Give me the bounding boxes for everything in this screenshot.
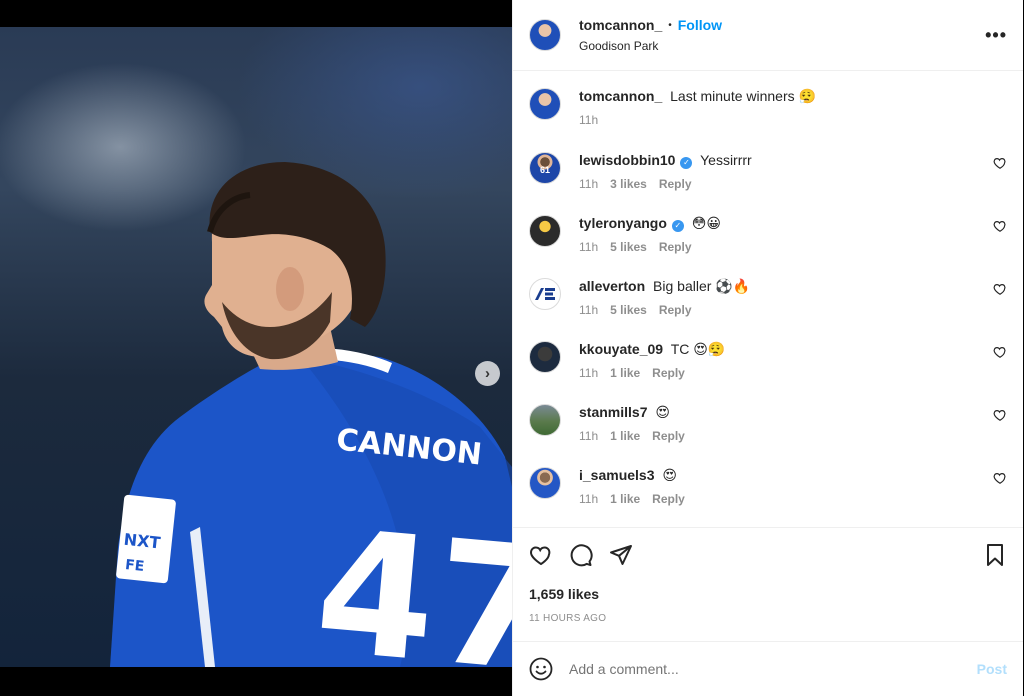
comment-username[interactable]: stanmills7 <box>579 404 647 420</box>
sleeve-badge-line2: FE <box>124 557 145 575</box>
share-send-icon[interactable] <box>609 543 633 567</box>
post-header: tomcannon_ • Follow Goodison Park ••• <box>513 0 1023 71</box>
comment-time[interactable]: 11h <box>579 492 598 506</box>
comment-text: Big baller ⚽🔥 <box>653 278 751 294</box>
post-side-panel: tomcannon_ • Follow Goodison Park ••• to… <box>512 0 1023 696</box>
comment-time[interactable]: 11h <box>579 303 598 317</box>
verified-badge-icon: ✓ <box>671 220 684 232</box>
post-photo[interactable]: CANNON 47 NXT FE › <box>0 27 512 667</box>
reply-button[interactable]: Reply <box>652 492 685 506</box>
verified-badge-icon: ✓ <box>680 157 693 169</box>
caption-avatar[interactable] <box>529 88 561 120</box>
comment-text: TC 😍😮‍💨 <box>670 341 726 357</box>
instagram-post-view: CANNON 47 NXT FE › tomcannon_ • Follow G… <box>0 0 1024 696</box>
jersey-number: 47 <box>309 493 512 667</box>
more-options-icon[interactable]: ••• <box>985 25 1007 46</box>
post-comment-button[interactable]: Post <box>977 661 1007 677</box>
comment-username[interactable]: tyleronyango <box>579 215 667 231</box>
reply-button[interactable]: Reply <box>652 429 685 443</box>
comment-likes[interactable]: 3 likes <box>610 177 647 191</box>
post-timestamp[interactable]: 11 HOURS AGO <box>529 613 1007 624</box>
player-illustration: CANNON 47 NXT FE <box>110 162 512 667</box>
follow-button[interactable]: Follow <box>678 17 722 33</box>
post-actions: 1,659 likes 11 HOURS AGO <box>513 527 1023 641</box>
likes-count[interactable]: 1,659 likes <box>529 586 1007 602</box>
post-caption: tomcannon_ Last minute winners 😮‍💨 11h <box>529 87 1007 127</box>
comments-list[interactable]: tomcannon_ Last minute winners 😮‍💨 11h 6… <box>513 71 1023 527</box>
comment-text: 😳😀 <box>691 215 721 231</box>
chevron-right-icon: › <box>485 365 490 382</box>
comment-likes[interactable]: 5 likes <box>610 303 647 317</box>
comment-likes[interactable]: 1 like <box>610 366 640 380</box>
like-heart-icon[interactable] <box>529 543 553 567</box>
comment-time[interactable]: 11h <box>579 429 598 443</box>
carousel-next-button[interactable]: › <box>475 361 500 386</box>
comment-item: 61 lewisdobbin10 ✓ Yessirrrr 11h 3 likes … <box>529 151 1007 191</box>
separator-dot: • <box>668 19 672 31</box>
avatar-jersey-number: 61 <box>539 165 550 175</box>
like-comment-heart-icon[interactable] <box>993 219 1007 233</box>
emoji-smiley-icon[interactable] <box>529 657 553 681</box>
comment-bubble-icon[interactable] <box>569 543 593 567</box>
author-avatar[interactable] <box>529 19 561 51</box>
commenter-avatar[interactable]: 61 <box>529 152 561 184</box>
author-username[interactable]: tomcannon_ <box>579 17 662 33</box>
comment-username[interactable]: lewisdobbin10 <box>579 152 675 168</box>
comment-username[interactable]: i_samuels3 <box>579 467 655 483</box>
comment-time[interactable]: 11h <box>579 366 598 380</box>
comment-text: 😍 <box>655 404 670 420</box>
comment-text: 😍 <box>662 467 677 483</box>
comment-time[interactable]: 11h <box>579 240 598 254</box>
comment-item: tyleronyango ✓ 😳😀 11h 5 likes Reply <box>529 214 1007 254</box>
sleeve-badge-line1: NXT <box>123 530 162 553</box>
like-comment-heart-icon[interactable] <box>993 282 1007 296</box>
reply-button[interactable]: Reply <box>652 366 685 380</box>
brand-logo-icon <box>535 288 555 300</box>
like-comment-heart-icon[interactable] <box>993 345 1007 359</box>
comment-likes[interactable]: 1 like <box>610 429 640 443</box>
commenter-avatar[interactable] <box>529 467 561 499</box>
add-comment-bar: Post <box>513 641 1023 696</box>
caption-text: Last minute winners 😮‍💨 <box>670 88 816 104</box>
caption-username[interactable]: tomcannon_ <box>579 88 662 104</box>
like-comment-heart-icon[interactable] <box>993 408 1007 422</box>
comment-likes[interactable]: 1 like <box>610 492 640 506</box>
comment-item: stanmills7 😍 11h 1 like Reply <box>529 403 1007 443</box>
commenter-avatar[interactable] <box>529 278 561 310</box>
comment-item: kkouyate_09 TC 😍😮‍💨 11h 1 like Reply <box>529 340 1007 380</box>
comment-input[interactable] <box>569 661 977 677</box>
comment-time[interactable]: 11h <box>579 177 598 191</box>
reply-button[interactable]: Reply <box>659 177 692 191</box>
comment-likes[interactable]: 5 likes <box>610 240 647 254</box>
like-comment-heart-icon[interactable] <box>993 156 1007 170</box>
comment-item: i_samuels3 😍 11h 1 like Reply <box>529 466 1007 506</box>
like-comment-heart-icon[interactable] <box>993 471 1007 485</box>
reply-button[interactable]: Reply <box>659 303 692 317</box>
comment-item: alleverton Big baller ⚽🔥 11h 5 likes Rep… <box>529 277 1007 317</box>
commenter-avatar[interactable] <box>529 341 561 373</box>
caption-time[interactable]: 11h <box>579 113 598 127</box>
comment-username[interactable]: alleverton <box>579 278 645 294</box>
bookmark-icon[interactable] <box>983 543 1007 567</box>
comment-username[interactable]: kkouyate_09 <box>579 341 663 357</box>
reply-button[interactable]: Reply <box>659 240 692 254</box>
commenter-avatar[interactable] <box>529 215 561 247</box>
commenter-avatar[interactable] <box>529 404 561 436</box>
comment-text: Yessirrrr <box>700 152 752 168</box>
post-location[interactable]: Goodison Park <box>579 39 722 53</box>
